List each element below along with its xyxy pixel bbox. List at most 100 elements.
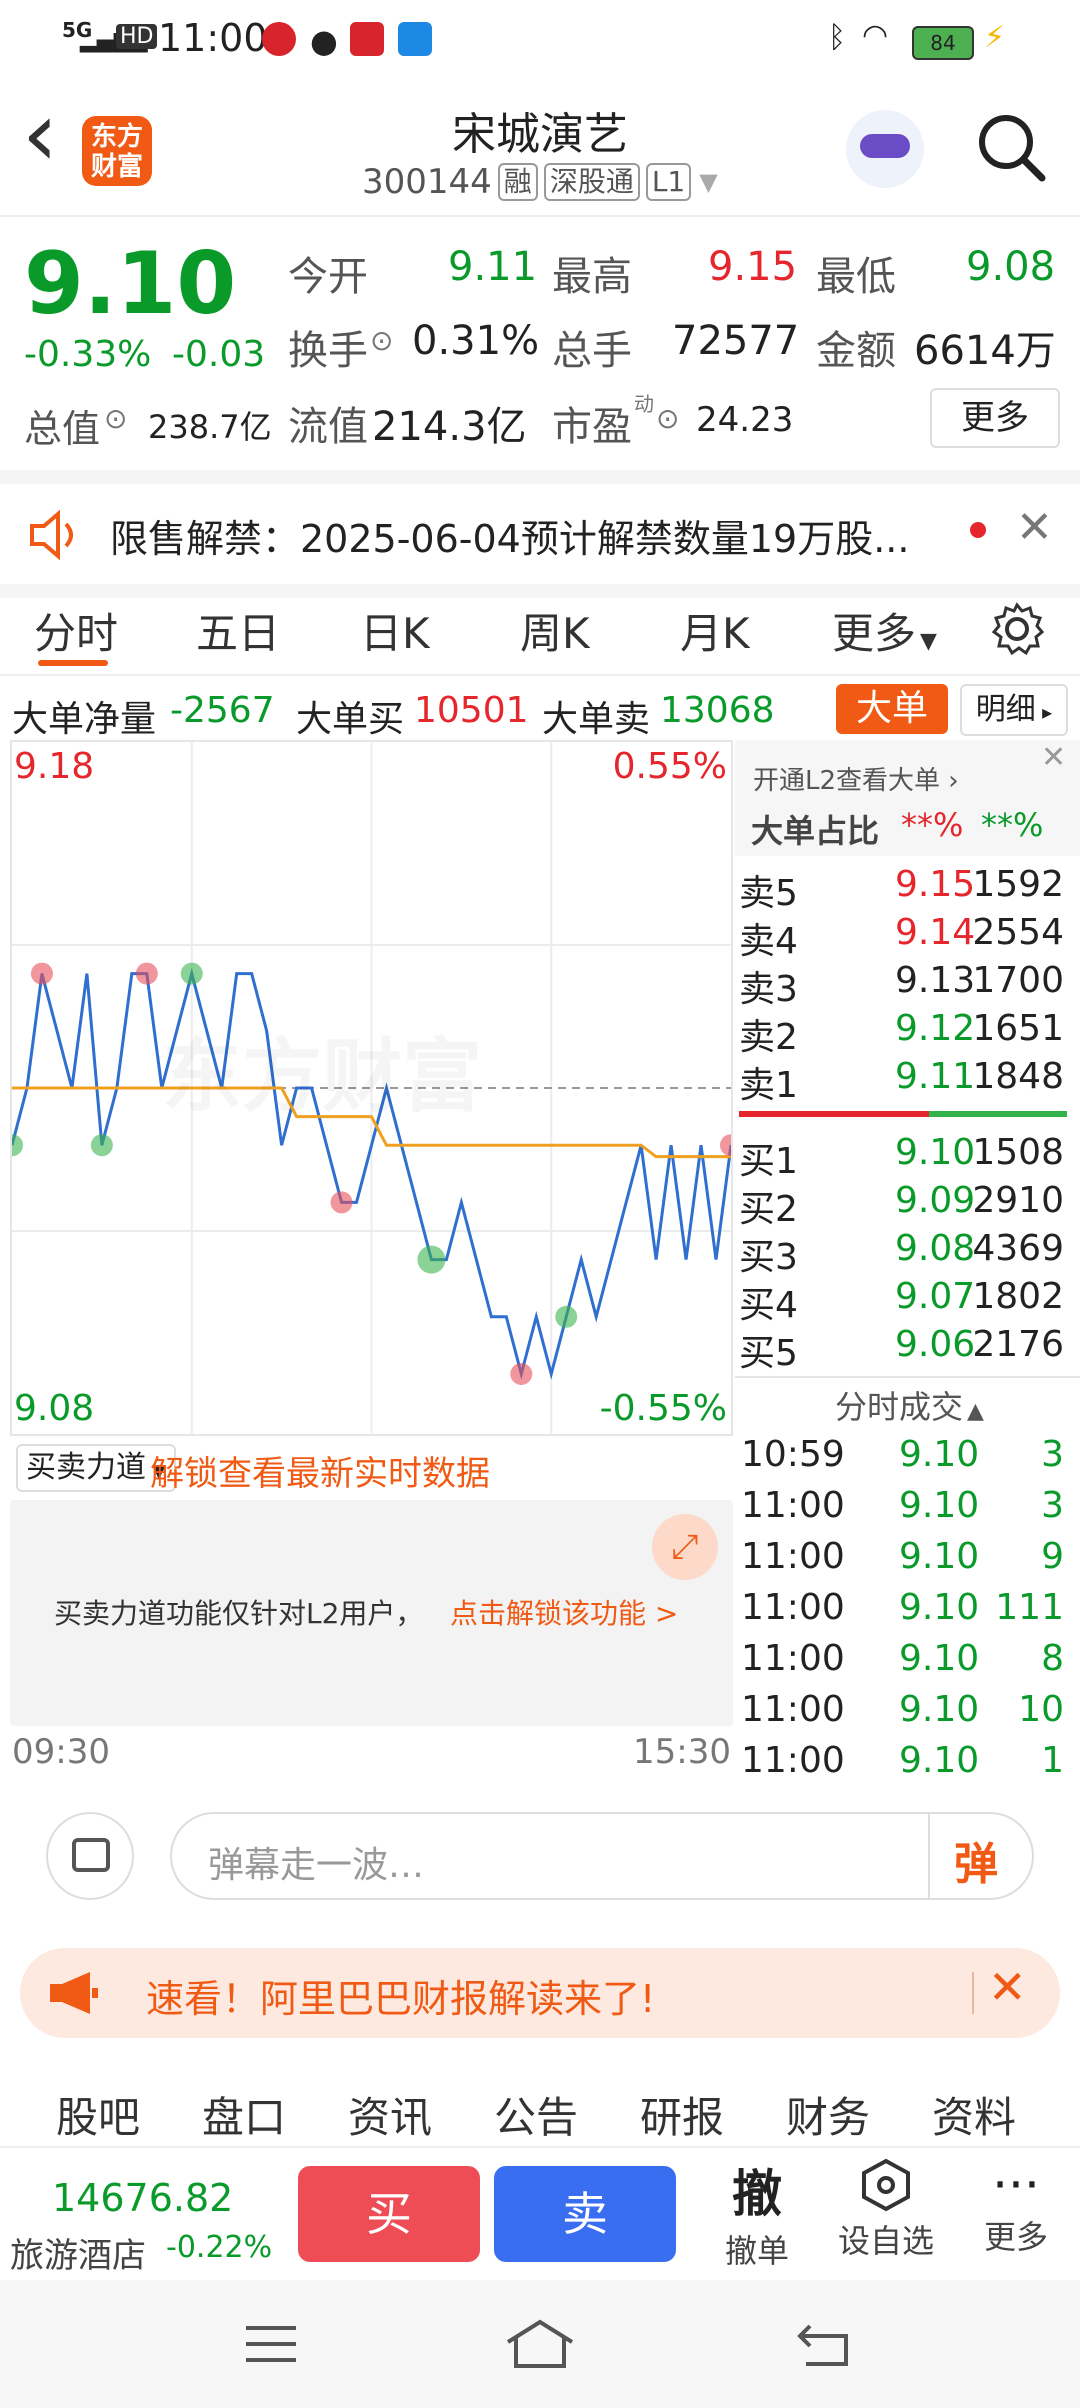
info-icon[interactable]: ⊙ [104, 402, 127, 435]
tick-row: 11:00 9.10 111 [741, 1587, 1064, 1628]
danmu-send-button[interactable]: 弹 [954, 1828, 998, 1892]
big-order-button[interactable]: 大单 [836, 684, 948, 734]
dropdown-icon: ▼ [699, 168, 718, 196]
high-value: 9.15 [708, 244, 798, 290]
message-icon: ● [310, 22, 338, 60]
tab-finance[interactable]: 财务 [786, 2084, 870, 2145]
divider [735, 1376, 1080, 1378]
danmu-placeholder: 弹幕走一波… [208, 1845, 425, 1886]
turnover-info-icon[interactable]: ⊙ [370, 324, 393, 357]
change-pct: -0.33% [24, 334, 152, 375]
battery-icon: 84 [912, 26, 974, 60]
sort-up-icon: ▲ [967, 1399, 984, 1424]
news-app-icon [350, 22, 384, 56]
x-end-label: 15:30 [633, 1732, 731, 1772]
hd-badge: HD [116, 24, 158, 49]
back-nav-icon[interactable] [796, 2318, 852, 2370]
trade-dot [90, 1134, 113, 1157]
tab-forum[interactable]: 股吧 [56, 2084, 140, 2145]
tab-intraday[interactable]: 分时 [34, 600, 118, 661]
expand-icon[interactable]: ⤢ [652, 1514, 718, 1580]
app-icon [262, 22, 296, 56]
high-label: 最高 [552, 254, 632, 300]
detail-arrow: ▸ [1035, 700, 1053, 724]
close-icon[interactable]: ✕ [1016, 502, 1053, 553]
tab-research[interactable]: 研报 [640, 2084, 724, 2145]
l2-link[interactable]: 开通L2查看大单 › [753, 760, 959, 797]
ask-row-2: 卖2 9.12 1651 [739, 1008, 1064, 1058]
promo-close-icon[interactable]: ✕ [988, 1960, 1027, 2014]
tab-monthly-k[interactable]: 月K [680, 600, 750, 661]
unlock-link[interactable]: 解锁查看最新实时数据 [150, 1446, 490, 1495]
ratio-sell: **% [981, 806, 1044, 844]
locked-panel[interactable]: 买卖力道功能仅针对L2用户， 点击解锁该功能 > ⤢ [10, 1500, 733, 1726]
tick-row: 11:00 9.10 3 [741, 1485, 1064, 1526]
tag-margin: 融 [497, 163, 538, 201]
tab-weekly-k[interactable]: 周K [520, 600, 590, 661]
more-menu-button[interactable]: ··· 更多 [966, 2158, 1066, 2258]
detail-button[interactable]: 明细 ▸ [960, 684, 1068, 736]
tick-row: 10:59 9.10 3 [741, 1434, 1064, 1475]
amount-label: 金额 [816, 328, 896, 374]
status-time: 11:00 [158, 16, 268, 60]
tab-daily-k[interactable]: 日K [360, 600, 430, 661]
ticks-title[interactable]: 分时成交 ▲ [835, 1382, 984, 1428]
open-value: 9.11 [448, 244, 538, 290]
promo-banner[interactable]: 速看！阿里巴巴财报解读来了! ✕ [20, 1948, 1060, 2038]
volume-value: 72577 [672, 318, 800, 364]
intraday-chart[interactable]: 东方财富 9.18 9.08 0.55% -0.55% [10, 740, 733, 1436]
danmu-settings-icon[interactable] [46, 1812, 134, 1900]
robot-avatar[interactable] [846, 110, 924, 188]
ratio-buy: **% [901, 806, 964, 844]
search-icon[interactable] [974, 110, 1048, 184]
pe-info-icon[interactable]: ⊙ [656, 402, 679, 435]
trade-dot [30, 962, 53, 985]
net-value: -2567 [170, 690, 275, 731]
unlock-notice[interactable]: 限售解禁：2025-06-04预计解禁数量19万股... ✕ [0, 470, 1080, 598]
tab-more-arrow: ▼ [920, 629, 937, 654]
ratio-label: 大单占比 [751, 812, 880, 850]
sell-button[interactable]: 卖 [494, 2166, 676, 2262]
buy-button[interactable]: 买 [298, 2166, 480, 2262]
l2-close-icon[interactable]: ✕ [1041, 740, 1066, 775]
big-buy-value: 10501 [414, 690, 529, 731]
bluetooth-icon: ᛒ [828, 20, 846, 55]
ask-row-3: 卖3 9.13 1700 [739, 960, 1064, 1010]
add-watchlist-button[interactable]: 设自选 [830, 2158, 942, 2262]
y-top-label: 9.18 [14, 746, 95, 787]
stock-code-row[interactable]: 300144 融 深股通 L1 ▼ [362, 162, 718, 202]
net-label: 大单净量 [12, 699, 157, 740]
open-label: 今开 [288, 254, 368, 300]
tab-five-day[interactable]: 五日 [196, 600, 280, 661]
index-value: 14676.82 [52, 2176, 234, 2220]
cancel-label: 撤单 [724, 2232, 789, 2270]
index-change: -0.22% [166, 2230, 273, 2265]
stock-code: 300144 [362, 162, 492, 202]
trade-dot [720, 1134, 731, 1157]
menu-icon[interactable] [246, 2326, 296, 2362]
cancel-order-button[interactable]: 撤 撤单 [712, 2154, 802, 2272]
home-icon[interactable] [504, 2318, 576, 2370]
mktcap-label: 总值 [24, 407, 101, 451]
tab-profile[interactable]: 资料 [932, 2084, 1016, 2145]
low-value: 9.08 [966, 244, 1056, 290]
tab-orderbook[interactable]: 盘口 [202, 2084, 286, 2145]
tab-news[interactable]: 资讯 [348, 2084, 432, 2145]
locked-link[interactable]: 点击解锁该功能 > [450, 1592, 678, 1632]
tab-announcements[interactable]: 公告 [494, 2084, 578, 2145]
big-buy-label: 大单买 [296, 699, 405, 740]
chart-tabs: 分时 五日 日K 周K 月K 更多 ▼ [0, 584, 1080, 676]
tab-more-label: 更多 [832, 609, 917, 658]
l2-banner[interactable]: 开通L2查看大单 › ✕ 大单占比 **% **% [735, 740, 1080, 856]
turnover-label: 换手 [288, 328, 368, 374]
danmu-bar: 弹幕走一波… 弹 [0, 1790, 1080, 1930]
danmu-input[interactable]: 弹幕走一波… 弹 [170, 1812, 1034, 1900]
tab-more[interactable]: 更多 ▼ [832, 600, 937, 661]
settings-icon[interactable] [990, 602, 1044, 656]
bid-row-5: 买5 9.06 2176 [739, 1324, 1064, 1374]
charging-icon: ⚡ [984, 20, 1006, 55]
system-nav-bar [0, 2280, 1080, 2408]
index-name: 旅游酒店 [10, 2236, 146, 2276]
bid-row-4: 买4 9.07 1802 [739, 1276, 1064, 1326]
more-button[interactable]: 更多 [930, 388, 1060, 448]
